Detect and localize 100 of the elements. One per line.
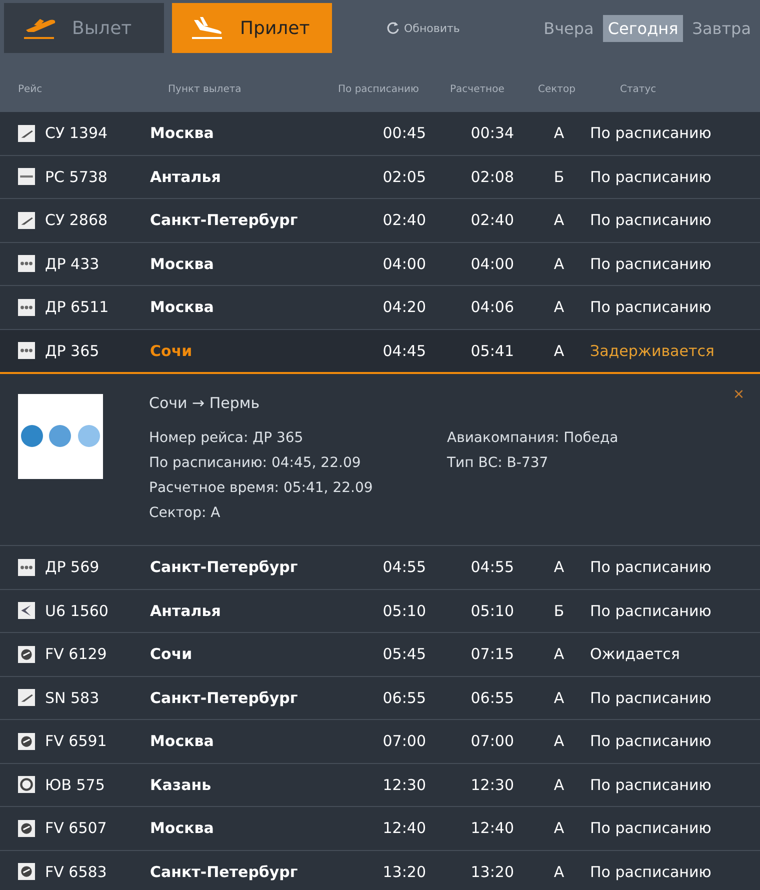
flight-row[interactable]: ЮВ 575 Казань 12:30 12:30 A По расписанию (0, 764, 760, 807)
refresh-button[interactable]: Обновить (380, 20, 466, 36)
scheduled-time: 13:20 (382, 862, 427, 881)
sector: A (552, 124, 566, 142)
close-button[interactable]: × (733, 384, 744, 405)
flight-number: FV 6129 (45, 645, 107, 664)
detail-line: По расписанию: 04:45, 22.09 (149, 455, 362, 471)
estimated-time: 00:34 (470, 124, 515, 142)
flight-status: По расписанию (590, 124, 712, 142)
airline-logo-icon (18, 298, 35, 316)
airline-logo-icon (18, 863, 35, 880)
column-header: Рейс (18, 84, 44, 97)
flight-status: По расписанию (590, 558, 712, 576)
airline-logo-icon (18, 689, 35, 706)
column-header: Расчетное (450, 84, 506, 97)
flight-row[interactable]: ДР 433 Москва 04:00 04:00 A По расписанию (0, 242, 760, 286)
scheduled-time: 02:40 (382, 211, 427, 230)
flight-row[interactable]: ДР 365 Сочи 04:45 05:41 A Задерживается (0, 330, 760, 374)
flight-number: ЮВ 575 (45, 776, 105, 794)
flight-number: РС 5738 (45, 168, 108, 186)
estimated-time: 12:30 (470, 776, 515, 794)
estimated-time: 04:55 (470, 558, 515, 576)
scheduled-time: 07:00 (382, 732, 427, 750)
city: Санкт-Петербург (150, 688, 299, 707)
flight-status: По расписанию (590, 254, 712, 273)
flight-status: По расписанию (590, 298, 712, 316)
scheduled-time: 12:40 (382, 819, 427, 838)
city: Москва (150, 254, 215, 273)
flight-row[interactable]: FV 6129 Сочи 05:45 07:15 A Ожидается (0, 633, 760, 676)
scheduled-time: 02:05 (382, 168, 427, 186)
flight-status: По расписанию (590, 776, 712, 794)
city: Санкт-Петербург (150, 558, 299, 576)
estimated-time: 07:15 (470, 645, 515, 664)
airline-logo-icon (18, 732, 35, 750)
flight-number: U6 1560 (45, 602, 108, 620)
scheduled-time: 00:45 (382, 124, 427, 142)
sector: Б (552, 168, 566, 186)
takeoff-plane-icon (22, 16, 58, 40)
sector: A (552, 862, 566, 881)
estimated-time: 05:41 (470, 342, 515, 360)
flight-row[interactable]: СУ 2868 Санкт-Петербург 02:40 02:40 A По расписанию (0, 199, 760, 242)
estimated-time: 12:40 (470, 819, 515, 838)
flight-row[interactable]: СУ 1394 Москва 00:45 00:34 A По расписанию (0, 112, 760, 156)
flight-row[interactable]: U6 1560 Анталья 05:10 05:10 Б По расписанию (0, 590, 760, 633)
estimated-time: 07:00 (470, 732, 515, 750)
sector: A (552, 254, 566, 273)
city: Москва (150, 819, 215, 838)
tab[interactable]: Прилет (172, 3, 332, 53)
column-header: По расписанию (338, 84, 420, 97)
scheduled-time: 04:20 (382, 298, 427, 316)
scheduled-time: 12:30 (382, 776, 427, 794)
flight-number: FV 6583 (45, 862, 107, 881)
flight-number: ДР 569 (45, 558, 100, 576)
scheduled-time: 04:00 (382, 254, 427, 273)
sector: A (552, 645, 566, 664)
detail-line: Авиакомпания: Победа (447, 430, 620, 446)
scheduled-time: 05:10 (382, 602, 427, 620)
tab[interactable]: Вылет (4, 3, 164, 53)
column-header: Сектор (538, 84, 576, 97)
flight-row[interactable]: FV 6507 Москва 12:40 12:40 A По расписанию (0, 807, 760, 850)
flight-number: СУ 1394 (45, 124, 108, 142)
flight-row[interactable]: РС 5738 Анталья 02:05 02:08 Б По расписанию (0, 156, 760, 199)
flight-row[interactable]: ДР 569 Санкт-Петербург 04:55 04:55 A По расписанию (0, 546, 760, 590)
detail-line: Тип ВС: B-737 (447, 455, 550, 471)
sector: Б (552, 602, 566, 620)
flight-number: FV 6507 (45, 819, 107, 838)
airline-logo-icon (18, 212, 35, 229)
detail-line: Номер рейса: ДР 365 (149, 430, 304, 446)
city: Москва (150, 124, 215, 142)
flight-row[interactable]: ДР 6511 Москва 04:20 04:06 A По расписанию (0, 286, 760, 330)
sector: A (552, 776, 566, 794)
column-header: Статус (620, 84, 658, 97)
flight-number: СУ 2868 (45, 211, 108, 230)
flight-row[interactable]: SN 583 Санкт-Петербург 06:55 06:55 A По расписанию (0, 676, 760, 720)
route: Сочи → Пермь (149, 394, 261, 412)
airline-logo-icon (18, 255, 35, 272)
estimated-time: 04:06 (470, 298, 515, 316)
airline-logo-icon (18, 124, 35, 142)
flight-status: По расписанию (590, 602, 712, 620)
refresh-icon (386, 21, 400, 35)
sector: A (552, 688, 566, 707)
city: Москва (150, 732, 215, 750)
sector: A (552, 298, 566, 316)
flight-status: По расписанию (590, 168, 712, 186)
sector: A (552, 732, 566, 750)
city: Сочи (150, 645, 194, 664)
flight-number: ДР 365 (45, 342, 100, 360)
estimated-time: 13:20 (470, 862, 515, 881)
city: Санкт-Петербург (150, 862, 299, 881)
scheduled-time: 06:55 (382, 688, 427, 707)
airline-logo-icon (18, 168, 35, 186)
scheduled-time: 04:55 (382, 558, 427, 576)
flight-row[interactable]: FV 6583 Санкт-Петербург 13:20 13:20 A По расписанию (0, 850, 760, 890)
flight-number: FV 6591 (45, 732, 107, 750)
airline-logo-icon (18, 342, 35, 360)
scheduled-time: 04:45 (382, 342, 427, 360)
estimated-time: 05:10 (470, 602, 515, 620)
airline-logo-icon (18, 558, 35, 576)
flight-number: ДР 433 (45, 254, 100, 273)
flight-row[interactable]: FV 6591 Москва 07:00 07:00 A По расписанию (0, 720, 760, 764)
